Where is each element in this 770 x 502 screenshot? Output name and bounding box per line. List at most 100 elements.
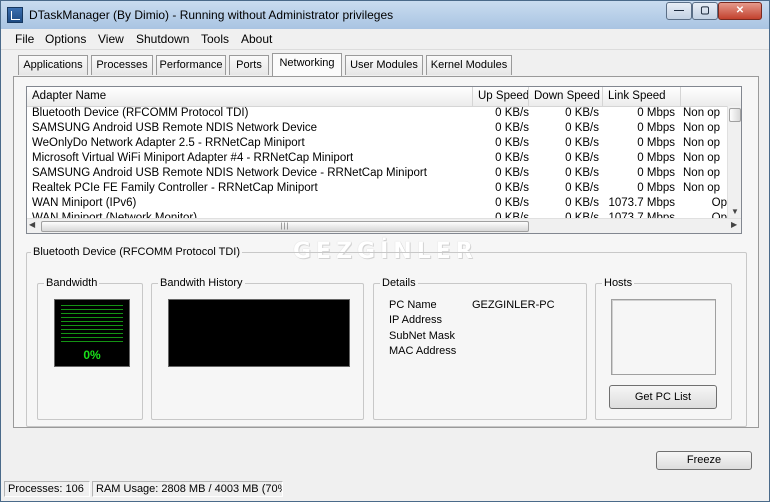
table-row[interactable]: SAMSUNG Android USB Remote NDIS Network … (27, 166, 727, 181)
adapter-name-cell: SAMSUNG Android USB Remote NDIS Network … (32, 122, 318, 134)
get-pc-list-button[interactable]: Get PC List (609, 385, 717, 409)
adapter-name-cell: SAMSUNG Android USB Remote NDIS Network … (32, 167, 427, 179)
hosts-list[interactable] (611, 299, 716, 375)
adapter-rows: Bluetooth Device (RFCOMM Protocol TDI) 0 … (27, 106, 727, 218)
table-row[interactable]: SAMSUNG Android USB Remote NDIS Network … (27, 121, 727, 136)
link-speed-cell: 1073.7 Mbps (608, 197, 676, 209)
adapter-name-cell: WeOnlyDo Network Adapter 2.5 - RRNetCap … (32, 137, 305, 149)
up-speed-cell: 0 KB/s (495, 212, 529, 218)
window-title: DTaskManager (By Dimio) - Running withou… (29, 8, 394, 22)
menu-about[interactable]: About (241, 32, 272, 46)
up-speed-cell: 0 KB/s (495, 167, 529, 179)
hosts-label: Hosts (602, 277, 635, 289)
status-cell: Non op (683, 107, 721, 119)
menu-view[interactable]: View (98, 32, 124, 46)
mac-address-label: MAC Address (389, 345, 457, 357)
status-cell: Non op (683, 122, 721, 134)
status-cell: Op (711, 212, 727, 218)
vertical-scroll-thumb[interactable] (729, 108, 741, 122)
status-ram: RAM Usage: 2808 MB / 4003 MB (70%) (92, 481, 283, 497)
column-adapter-name[interactable]: Adapter Name (27, 87, 473, 106)
selected-adapter-label: Bluetooth Device (RFCOMM Protocol TDI) (31, 246, 243, 258)
up-speed-cell: 0 KB/s (495, 122, 529, 134)
down-speed-cell: 0 KB/s (565, 167, 599, 179)
bandwidth-label: Bandwidth (44, 277, 100, 289)
bandwidth-meter: 0% (54, 299, 130, 367)
status-cell: Non op (683, 137, 721, 149)
pc-name-label: PC Name (389, 299, 437, 311)
tab-kernel-modules[interactable]: Kernel Modules (426, 55, 512, 75)
menu-options[interactable]: Options (45, 32, 86, 46)
adapter-name-cell: WAN Miniport (Network Monitor) (32, 212, 198, 218)
status-cell: Non op (683, 152, 721, 164)
status-cell: Non op (683, 182, 721, 194)
main-window: DTaskManager (By Dimio) - Running withou… (0, 0, 770, 502)
adapter-name-cell: Microsoft Virtual WiFi Miniport Adapter … (32, 152, 354, 164)
bandwidth-history-graph (168, 299, 350, 367)
title-bar[interactable]: DTaskManager (By Dimio) - Running withou… (1, 1, 769, 29)
down-speed-cell: 0 KB/s (565, 212, 599, 218)
minimize-button[interactable]: — (666, 2, 692, 20)
table-row[interactable]: WAN Miniport (Network Monitor) 0 KB/s 0 KB… (27, 211, 727, 218)
adapter-list-header: Adapter Name Up Speed Down Speed Link Sp… (27, 87, 741, 107)
adapter-list[interactable]: Adapter Name Up Speed Down Speed Link Sp… (26, 86, 742, 234)
link-speed-cell: 0 Mbps (637, 182, 675, 194)
vertical-scrollbar[interactable]: ▼ (727, 106, 741, 218)
scroll-left-arrow-icon[interactable]: ◀ (29, 220, 35, 229)
scroll-right-arrow-icon[interactable]: ▶ (731, 220, 737, 229)
status-processes: Processes: 106 (4, 481, 90, 497)
down-speed-cell: 0 KB/s (565, 137, 599, 149)
bandwidth-percent: 0% (83, 348, 101, 362)
tab-applications[interactable]: Applications (18, 55, 88, 75)
adapter-name-cell: Realtek PCIe FE Family Controller - RRNe… (32, 182, 318, 194)
link-speed-cell: 1073.7 Mbps (608, 212, 676, 218)
status-cell: Non op (683, 167, 721, 179)
link-speed-cell: 0 Mbps (637, 137, 675, 149)
horizontal-scrollbar[interactable]: ◀ ||| ▶ (27, 218, 741, 233)
freeze-button[interactable]: Freeze (656, 451, 752, 470)
tab-ports[interactable]: Ports (229, 55, 269, 75)
adapter-name-cell: WAN Miniport (IPv6) (32, 197, 137, 209)
subnet-mask-label: SubNet Mask (389, 330, 456, 342)
tab-processes[interactable]: Processes (91, 55, 153, 75)
link-speed-cell: 0 Mbps (637, 167, 675, 179)
table-row[interactable]: Realtek PCIe FE Family Controller - RRNe… (27, 181, 727, 196)
bandwidth-bars (61, 305, 123, 343)
column-down-speed[interactable]: Down Speed (529, 87, 603, 106)
tab-user-modules[interactable]: User Modules (345, 55, 423, 75)
close-button[interactable]: ✕ (718, 2, 762, 20)
table-row[interactable]: WAN Miniport (IPv6) 0 KB/s 0 KB/s 1073.7 Mb… (27, 196, 727, 211)
details-label: Details (380, 277, 418, 289)
up-speed-cell: 0 KB/s (495, 137, 529, 149)
history-label: Bandwith History (158, 277, 245, 289)
menu-file[interactable]: File (15, 32, 34, 46)
table-row[interactable]: WeOnlyDo Network Adapter 2.5 - RRNetCap … (27, 136, 727, 151)
app-icon (7, 7, 23, 23)
tab-networking[interactable]: Networking (272, 53, 342, 76)
table-row[interactable]: Bluetooth Device (RFCOMM Protocol TDI) 0 … (27, 106, 727, 121)
up-speed-cell: 0 KB/s (495, 107, 529, 119)
scroll-down-arrow-icon[interactable]: ▼ (728, 207, 741, 216)
status-cell: Op (711, 197, 727, 209)
tab-strip: Applications Processes Performance Ports… (1, 53, 769, 77)
column-link-speed[interactable]: Link Speed (603, 87, 681, 106)
table-row[interactable]: Microsoft Virtual WiFi Miniport Adapter … (27, 151, 727, 166)
column-up-speed[interactable]: Up Speed (473, 87, 529, 106)
down-speed-cell: 0 KB/s (565, 107, 599, 119)
ip-address-label: IP Address (389, 314, 442, 326)
pc-name-value: GEZGINLER-PC (472, 299, 555, 311)
down-speed-cell: 0 KB/s (565, 182, 599, 194)
column-status[interactable] (681, 87, 741, 106)
menu-shutdown[interactable]: Shutdown (136, 32, 189, 46)
up-speed-cell: 0 KB/s (495, 152, 529, 164)
maximize-button[interactable]: ▢ (692, 2, 718, 20)
up-speed-cell: 0 KB/s (495, 182, 529, 194)
status-bar: Processes: 106 RAM Usage: 2808 MB / 4003… (1, 479, 769, 501)
down-speed-cell: 0 KB/s (565, 122, 599, 134)
menu-tools[interactable]: Tools (201, 32, 229, 46)
menu-bar: File Options View Shutdown Tools About (1, 29, 769, 50)
down-speed-cell: 0 KB/s (565, 152, 599, 164)
down-speed-cell: 0 KB/s (565, 197, 599, 209)
horizontal-scroll-thumb[interactable]: ||| (41, 221, 529, 232)
tab-performance[interactable]: Performance (156, 55, 226, 75)
